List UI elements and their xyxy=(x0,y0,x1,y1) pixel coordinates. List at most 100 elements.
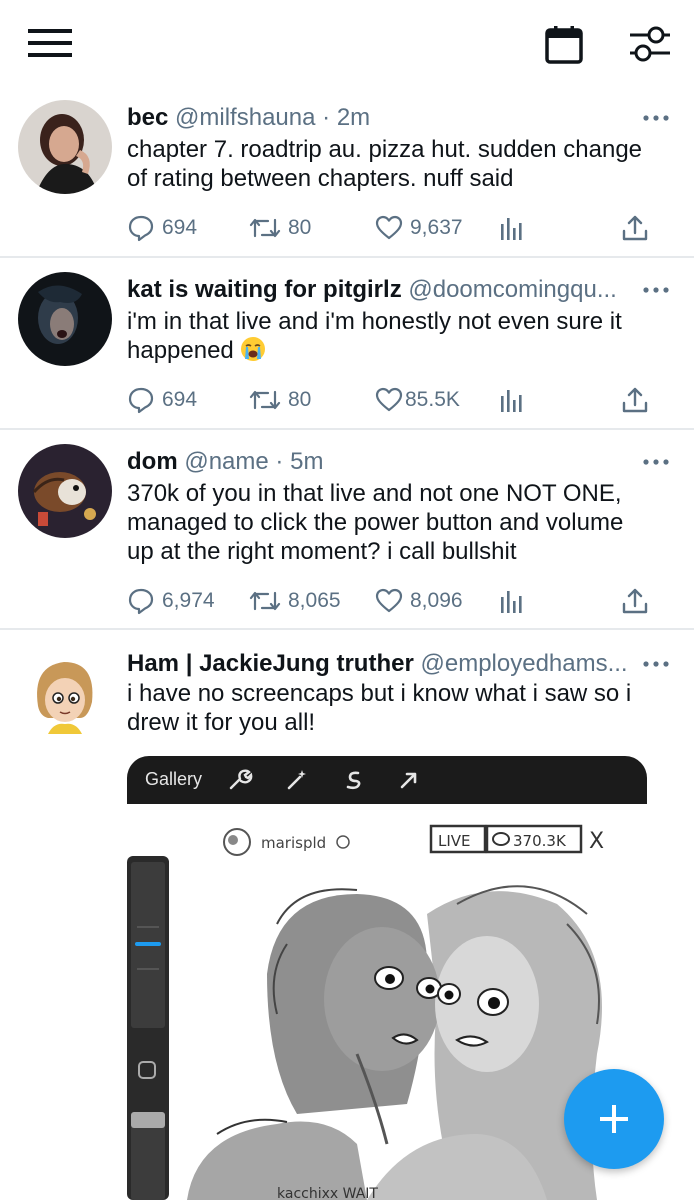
retweet-button[interactable]: 80 xyxy=(249,213,311,243)
text-line: chapter 7. roadtrip au. pizza hut. sudde… xyxy=(127,136,643,163)
analytics-icon xyxy=(501,390,522,412)
action-bar: 694 80 85.5K xyxy=(127,385,667,415)
share-icon xyxy=(622,387,648,413)
text-line: i'm in that live and i'm honestly not ev… xyxy=(127,308,622,335)
gallery-label: Gallery xyxy=(145,769,203,789)
hamburger-menu-icon[interactable] xyxy=(28,26,72,60)
like-button[interactable]: 8,096 xyxy=(375,586,463,616)
drawing-caption: kacchixx WAIT xyxy=(277,1186,378,1200)
more-options-icon[interactable] xyxy=(640,648,672,680)
close-mark: X xyxy=(589,829,604,854)
share-icon xyxy=(622,588,648,614)
tweet-text: i'm in that live and i'm honestly not ev… xyxy=(127,307,679,365)
brush-size-sidebar xyxy=(127,856,169,1200)
share-button[interactable] xyxy=(621,213,649,243)
text-line: of rating between chapters. nuff said xyxy=(127,165,514,192)
tweet-text: 370k of you in that live and not one NOT… xyxy=(127,479,679,566)
separator: · xyxy=(322,104,331,131)
like-button[interactable]: 85.5K xyxy=(375,385,460,415)
plus-icon xyxy=(600,1105,628,1133)
more-options-icon[interactable] xyxy=(640,446,672,478)
like-count: 85.5K xyxy=(405,388,460,411)
handle[interactable]: @milfshauna xyxy=(175,104,315,131)
reply-count: 694 xyxy=(162,388,198,411)
reply-icon xyxy=(128,588,154,615)
avatar[interactable] xyxy=(18,646,112,740)
display-name[interactable]: kat is waiting for pitgirlz xyxy=(127,276,402,303)
reply-count: 6,974 xyxy=(162,589,215,612)
timestamp: 5m xyxy=(290,448,324,475)
avatar[interactable] xyxy=(18,444,112,538)
like-button[interactable]: 9,637 xyxy=(375,213,463,243)
compose-button[interactable] xyxy=(564,1069,664,1169)
sliders-icon[interactable] xyxy=(628,24,672,64)
tweet-header: Ham | JackieJung truther @employedhams..… xyxy=(127,648,647,680)
analytics-icon xyxy=(501,218,522,240)
avatar[interactable] xyxy=(18,272,112,366)
share-icon xyxy=(622,215,648,241)
analytics-button[interactable] xyxy=(499,213,525,243)
text-line: i have no screencaps but i know what i s… xyxy=(127,680,632,707)
viewer-count: 370.3K xyxy=(513,832,567,850)
more-options-icon[interactable] xyxy=(640,274,672,306)
handle[interactable]: @doomcomingqu... xyxy=(408,276,616,303)
like-count: 8,096 xyxy=(410,589,463,612)
tweet-card[interactable]: dom @name · 5m 370k of you in that live … xyxy=(0,430,694,630)
text-line: managed to click the power button and vo… xyxy=(127,509,624,536)
reply-button[interactable]: 6,974 xyxy=(127,586,215,616)
action-bar: 694 80 9,637 xyxy=(127,213,667,243)
tweet-text: chapter 7. roadtrip au. pizza hut. sudde… xyxy=(127,135,679,193)
reply-button[interactable]: 694 xyxy=(127,213,197,243)
tweet-card[interactable]: kat is waiting for pitgirlz @doomcomingq… xyxy=(0,258,694,430)
retweet-button[interactable]: 80 xyxy=(249,385,311,415)
analytics-button[interactable] xyxy=(499,586,525,616)
live-badge: LIVE xyxy=(438,832,471,850)
avatar[interactable] xyxy=(18,100,112,194)
more-options-icon[interactable] xyxy=(640,102,672,134)
separator: · xyxy=(275,448,284,475)
text-line: up at the right moment? i call bullshit xyxy=(127,538,517,565)
tweet-text: i have no screencaps but i know what i s… xyxy=(127,679,679,737)
handle[interactable]: @employedhams... xyxy=(420,650,627,677)
share-button[interactable] xyxy=(621,385,649,415)
app-toolbar: Gallery xyxy=(127,756,647,804)
heart-icon xyxy=(375,387,403,412)
retweet-count: 80 xyxy=(288,388,312,411)
display-name[interactable]: bec xyxy=(127,104,168,131)
tweet-header: bec @milfshauna · 2m xyxy=(127,102,647,134)
wrench-icon xyxy=(229,769,253,790)
analytics-icon xyxy=(501,591,522,613)
retweet-icon xyxy=(249,591,281,611)
reply-icon xyxy=(128,387,154,414)
heart-icon xyxy=(375,588,403,613)
text-line: drew it for you all! xyxy=(127,709,316,736)
top-bar xyxy=(0,0,694,90)
like-count: 9,637 xyxy=(410,216,463,239)
reply-button[interactable]: 694 xyxy=(127,385,197,415)
tweet-card[interactable]: bec @milfshauna · 2m chapter 7. roadtrip… xyxy=(0,88,694,258)
calendar-icon[interactable] xyxy=(544,25,584,65)
retweet-icon xyxy=(249,218,281,238)
smudge-icon xyxy=(346,771,361,790)
reply-icon xyxy=(128,215,154,242)
timestamp: 2m xyxy=(336,104,371,131)
retweet-count: 8,065 xyxy=(288,589,341,612)
share-button[interactable] xyxy=(621,586,649,616)
text-line: happened xyxy=(127,336,679,365)
text-line-part: happened xyxy=(127,337,234,364)
retweet-button[interactable]: 8,065 xyxy=(249,586,341,616)
tweet-header: dom @name · 5m xyxy=(127,446,647,478)
stream-username: marispld xyxy=(261,834,326,852)
reply-count: 694 xyxy=(162,216,198,239)
text-line: 370k of you in that live and not one NOT… xyxy=(127,480,622,507)
analytics-button[interactable] xyxy=(499,385,525,415)
magic-wand-icon xyxy=(287,770,306,790)
loudly-crying-face-emoji xyxy=(241,337,266,361)
handle[interactable]: @name xyxy=(184,448,268,475)
heart-icon xyxy=(375,215,403,240)
arrow-icon xyxy=(400,772,417,789)
tweet-header: kat is waiting for pitgirlz @doomcomingq… xyxy=(127,274,647,306)
display-name[interactable]: Ham | JackieJung truther xyxy=(127,650,414,677)
display-name[interactable]: dom xyxy=(127,448,178,475)
retweet-count: 80 xyxy=(288,216,312,239)
